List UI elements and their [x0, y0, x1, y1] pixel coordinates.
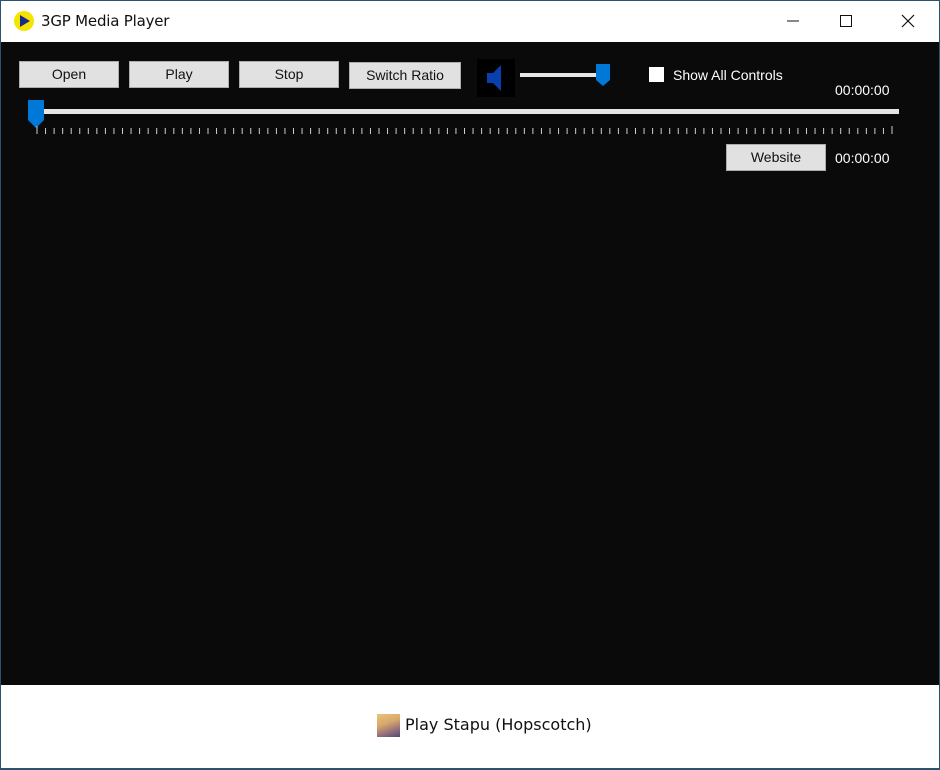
app-window: 3GP Media Player Open Play Stop Switch R…: [1, 1, 939, 768]
video-area[interactable]: Open Play Stop Switch Ratio Show All Con…: [1, 42, 939, 685]
show-all-controls-label[interactable]: Show All Controls: [673, 67, 783, 83]
seek-slider-track[interactable]: [33, 109, 899, 114]
website-button[interactable]: Website: [726, 144, 826, 171]
maximize-icon: [840, 15, 852, 27]
minimize-icon: [787, 20, 799, 22]
promo-link-text[interactable]: Play Stapu (Hopscotch): [405, 715, 592, 734]
title-bar[interactable]: 3GP Media Player: [1, 1, 939, 42]
seek-ticks: [36, 126, 893, 134]
show-all-controls-checkbox[interactable]: [649, 67, 664, 82]
speaker-icon: [487, 65, 501, 91]
close-button[interactable]: [878, 1, 936, 42]
close-icon: [901, 14, 915, 28]
maximize-button[interactable]: [816, 1, 874, 42]
switch-ratio-button[interactable]: Switch Ratio: [349, 62, 461, 89]
stop-button[interactable]: Stop: [239, 61, 339, 88]
minimize-button[interactable]: [763, 1, 821, 42]
total-time: 00:00:00: [835, 82, 890, 98]
seek-slider-thumb[interactable]: [28, 100, 44, 128]
play-button[interactable]: Play: [129, 61, 229, 88]
mute-button[interactable]: [477, 59, 515, 97]
play-logo-icon: [14, 11, 34, 31]
current-time: 00:00:00: [835, 150, 890, 166]
window-title: 3GP Media Player: [41, 12, 170, 30]
open-button[interactable]: Open: [19, 61, 119, 88]
game-thumbnail: [377, 714, 400, 737]
volume-slider-thumb[interactable]: [596, 64, 610, 86]
footer-banner: Play Stapu (Hopscotch): [1, 685, 939, 768]
volume-slider-track[interactable]: [520, 73, 604, 77]
